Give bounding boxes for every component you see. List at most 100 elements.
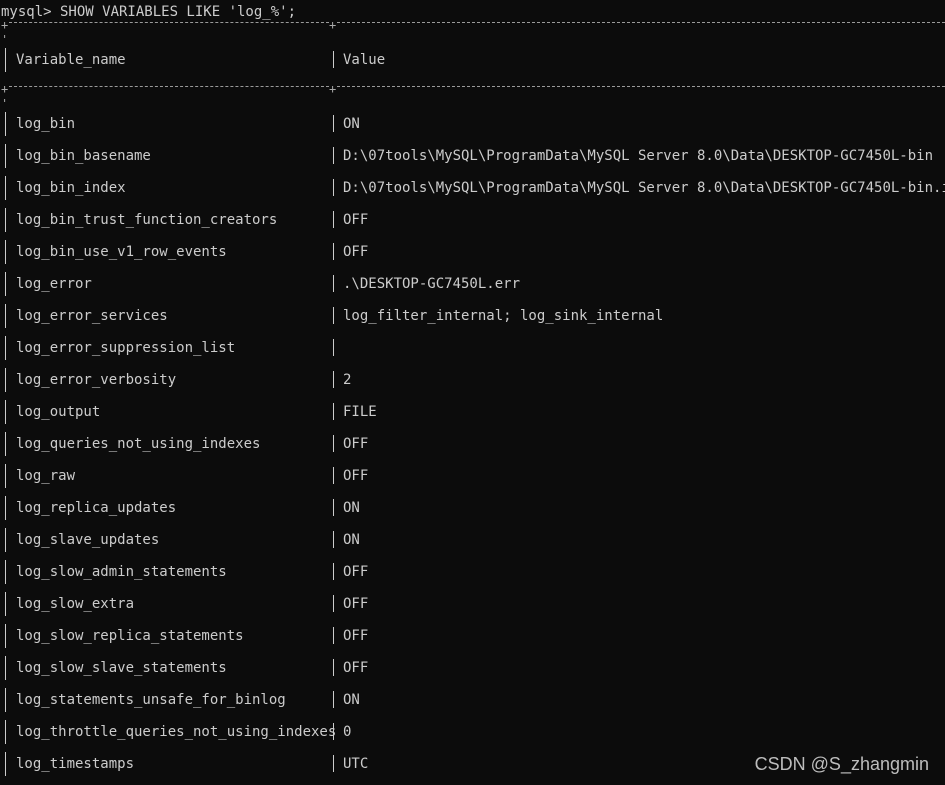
- row-left-border: [5, 240, 6, 264]
- value-cell: ON: [343, 500, 360, 516]
- variable-name-cell: log_slow_replica_statements: [16, 628, 244, 644]
- value-cell: D:\07tools\MySQL\ProgramData\MySQL Serve…: [343, 148, 934, 164]
- value-cell: log_filter_internal; log_sink_internal: [343, 308, 664, 324]
- variable-name-cell: log_error_services: [16, 308, 168, 324]
- variable-name-cell: log_slow_extra: [16, 596, 135, 612]
- variable-name-cell: log_slave_updates: [16, 532, 160, 548]
- column-divider: [333, 307, 334, 324]
- column-divider: [333, 531, 334, 548]
- header-column-divider: [333, 51, 334, 68]
- value-cell: 0: [343, 724, 352, 740]
- value-cell: OFF: [343, 244, 369, 260]
- variable-name-cell: log_error_suppression_list: [16, 340, 236, 356]
- table-row: log_error .\DESKTOP-GC7450L.err: [0, 268, 945, 300]
- table-row: log_bin_index D:\07tools\MySQL\ProgramDat…: [0, 172, 945, 204]
- value-cell: UTC: [343, 756, 369, 772]
- table-row: log_slave_updates ON: [0, 524, 945, 556]
- column-divider: [333, 211, 334, 228]
- row-left-border: [5, 368, 6, 392]
- table-row: log_slow_replica_statements OFF: [0, 620, 945, 652]
- value-cell: ON: [343, 532, 360, 548]
- row-left-border: [5, 496, 6, 520]
- column-divider: [333, 691, 334, 708]
- table-border-header: + + +: [0, 84, 945, 102]
- watermark-text: CSDN @S_zhangmin: [754, 754, 929, 774]
- column-divider: [333, 595, 334, 612]
- table-row: log_bin_trust_function_creators OFF: [0, 204, 945, 236]
- header-variable-name: Variable_name: [16, 52, 126, 68]
- column-divider: [333, 467, 334, 484]
- variable-name-cell: log_slow_admin_statements: [16, 564, 227, 580]
- command-prompt-line: mysql> SHOW VARIABLES LIKE 'log_%';: [1, 4, 297, 20]
- variable-name-cell: log_bin_use_v1_row_events: [16, 244, 227, 260]
- table-row: log_queries_not_using_indexes OFF: [0, 428, 945, 460]
- table-row: log_slow_admin_statements OFF: [0, 556, 945, 588]
- row-left-border: [5, 176, 6, 200]
- row-left-border: [5, 560, 6, 584]
- table-header-row: Variable_name Value: [0, 44, 945, 76]
- value-cell: OFF: [343, 212, 369, 228]
- row-left-border: [5, 752, 6, 776]
- table-row: log_statements_unsafe_for_binlog ON: [0, 684, 945, 716]
- column-divider: [333, 339, 334, 356]
- table-row: log_slow_slave_statements OFF: [0, 652, 945, 684]
- table-row: log_replica_updates ON: [0, 492, 945, 524]
- value-cell: ON: [343, 692, 360, 708]
- variable-name-cell: log_bin_basename: [16, 148, 151, 164]
- table-row: log_raw OFF: [0, 460, 945, 492]
- row-left-border: [5, 432, 6, 456]
- variable-name-cell: log_bin_index: [16, 180, 126, 196]
- row-left-border: [5, 624, 6, 648]
- header-left-border: [5, 48, 6, 72]
- row-left-border: [5, 528, 6, 552]
- row-left-border: [5, 656, 6, 680]
- variable-name-cell: log_bin: [16, 116, 76, 132]
- terminal-window[interactable]: mysql> SHOW VARIABLES LIKE 'log_%'; + + …: [0, 0, 945, 785]
- column-divider: [333, 115, 334, 132]
- column-divider: [333, 499, 334, 516]
- variable-name-cell: log_bin_trust_function_creators: [16, 212, 278, 228]
- value-cell: OFF: [343, 596, 369, 612]
- variable-name-cell: log_slow_slave_statements: [16, 660, 227, 676]
- value-cell: OFF: [343, 564, 369, 580]
- table-row: log_bin_use_v1_row_events OFF: [0, 236, 945, 268]
- variable-name-cell: log_output: [16, 404, 101, 420]
- row-left-border: [5, 464, 6, 488]
- header-value: Value: [343, 52, 386, 68]
- value-cell: FILE: [343, 404, 377, 420]
- table-row: log_throttle_queries_not_using_indexes 0: [0, 716, 945, 748]
- table-row: log_error_suppression_list: [0, 332, 945, 364]
- variable-name-cell: log_throttle_queries_not_using_indexes: [16, 724, 337, 740]
- column-divider: [333, 659, 334, 676]
- row-left-border: [5, 208, 6, 232]
- variable-name-cell: log_error: [16, 276, 92, 292]
- row-left-border: [5, 688, 6, 712]
- value-cell: .\DESKTOP-GC7450L.err: [343, 276, 521, 292]
- table-row: log_bin ON: [0, 108, 945, 140]
- row-left-border: [5, 720, 6, 744]
- variable-name-cell: log_replica_updates: [16, 500, 177, 516]
- table-row: log_error_services log_filter_internal; l…: [0, 300, 945, 332]
- row-left-border: [5, 400, 6, 424]
- value-cell: 2: [343, 372, 352, 388]
- value-cell: OFF: [343, 468, 369, 484]
- value-cell: ON: [343, 116, 360, 132]
- column-divider: [333, 147, 334, 164]
- value-cell: OFF: [343, 436, 369, 452]
- column-divider: [333, 755, 334, 772]
- column-divider: [333, 243, 334, 260]
- row-left-border: [5, 144, 6, 168]
- column-divider: [333, 275, 334, 292]
- variable-name-cell: log_raw: [16, 468, 76, 484]
- table-row: log_bin_basename D:\07tools\MySQL\Program…: [0, 140, 945, 172]
- value-cell: OFF: [343, 628, 369, 644]
- table-row: log_slow_extra OFF: [0, 588, 945, 620]
- value-cell: OFF: [343, 660, 369, 676]
- column-divider: [333, 435, 334, 452]
- row-left-border: [5, 304, 6, 328]
- row-left-border: [5, 112, 6, 136]
- variable-name-cell: log_error_verbosity: [16, 372, 177, 388]
- row-left-border: [5, 336, 6, 360]
- table-border-top: + + +: [0, 20, 945, 38]
- row-left-border: [5, 272, 6, 296]
